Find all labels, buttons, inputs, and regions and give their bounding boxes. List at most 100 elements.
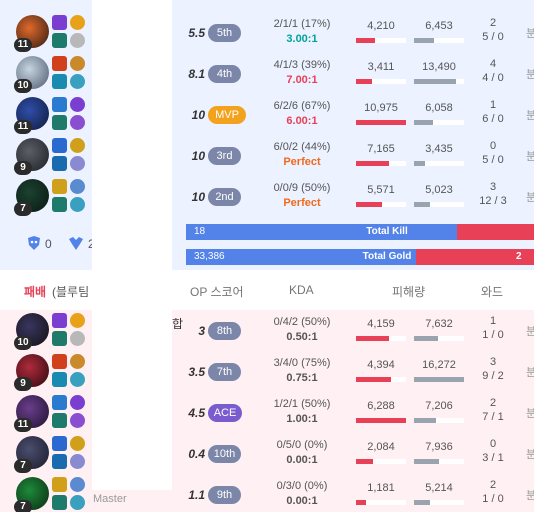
- op-score: 4.5: [188, 406, 205, 420]
- total-gold-label: Total Gold: [362, 251, 412, 262]
- player-row[interactable]: 7 0.4 10th 0/5/0 (0%) 0.00:1 2,084 7,936…: [0, 433, 534, 474]
- rune-icon[interactable]: [70, 331, 85, 346]
- op-score-header[interactable]: OP 스코어: [190, 283, 244, 300]
- wards-placed-destroyed: 9 / 2: [482, 370, 504, 382]
- kda-header[interactable]: KDA: [289, 283, 314, 297]
- rune-icon[interactable]: [70, 436, 85, 451]
- summoner-spell-icon[interactable]: [52, 395, 67, 410]
- op-rank-badge: 3rd: [208, 147, 241, 165]
- kda-value: 3/4/0 (75%): [273, 357, 331, 369]
- rune-icon[interactable]: [70, 33, 85, 48]
- control-wards: 1: [489, 99, 497, 111]
- baron-count: 0: [45, 237, 52, 251]
- result-label: 패배: [24, 285, 47, 299]
- summoner-spell-icon[interactable]: [52, 454, 67, 469]
- damage-taken-fill: [414, 79, 456, 84]
- summoner-spell-icon[interactable]: [52, 156, 67, 171]
- damage-header[interactable]: 피해량: [392, 283, 425, 300]
- summoner-spell-icon[interactable]: [52, 477, 67, 492]
- summoner-spell-icon[interactable]: [52, 197, 67, 212]
- summoner-spell-icon[interactable]: [52, 331, 67, 346]
- name-overflow-text: 합: [172, 317, 184, 331]
- op-rank-badge: 8th: [208, 322, 241, 340]
- truncated-column: 분: [526, 326, 534, 338]
- kda-ratio: 7.00:1: [286, 74, 318, 86]
- kda-ratio: 6.00:1: [286, 115, 318, 127]
- rune-icon[interactable]: [70, 179, 85, 194]
- damage-taken: 7,936: [425, 441, 453, 453]
- truncated-column: 분: [526, 28, 534, 40]
- summoner-spell-icon[interactable]: [52, 179, 67, 194]
- rune-icon[interactable]: [70, 372, 85, 387]
- summoner-spell-icon[interactable]: [52, 313, 67, 328]
- wards-placed-destroyed: 1 / 0: [482, 329, 504, 341]
- rune-icon[interactable]: [70, 354, 85, 369]
- rune-icon[interactable]: [70, 15, 85, 30]
- control-wards: 0: [489, 140, 497, 152]
- rune-icon[interactable]: [70, 477, 85, 492]
- summoner-spell-icon[interactable]: [52, 354, 67, 369]
- rune-icon[interactable]: [70, 56, 85, 71]
- summoner-spell-icon[interactable]: [52, 413, 67, 428]
- kda-ratio: 0.00:1: [286, 454, 318, 466]
- summoner-spell-icon[interactable]: [52, 97, 67, 112]
- damage-dealt-bar: [356, 500, 406, 505]
- summoner-spell-icon[interactable]: [52, 372, 67, 387]
- summoner-spell-icon[interactable]: [52, 436, 67, 451]
- rune-icon[interactable]: [70, 97, 85, 112]
- op-score: 10: [191, 108, 205, 122]
- summoner-spell-icon[interactable]: [52, 115, 67, 130]
- truncated-column: 분: [526, 449, 534, 461]
- damage-dealt-fill: [356, 202, 382, 207]
- summoner-spell-icon[interactable]: [52, 138, 67, 153]
- rune-icon[interactable]: [70, 495, 85, 510]
- damage-dealt-bar: [356, 459, 406, 464]
- damage-dealt-fill: [356, 459, 373, 464]
- summoner-spell-icon[interactable]: [52, 15, 67, 30]
- ward-header[interactable]: 와드: [481, 283, 503, 300]
- team-totals-strip: 0 2 18 Total Kill 33,386 Total Gold 2: [0, 218, 534, 270]
- damage-taken-bar: [414, 120, 464, 125]
- rune-icon[interactable]: [70, 74, 85, 89]
- wards-placed-destroyed: 12 / 3: [479, 195, 507, 207]
- kda-value: 2/1/1 (17%): [273, 18, 331, 30]
- champion-level: 11: [14, 418, 32, 432]
- player-row[interactable]: 10 8.1 4th 4/1/3 (39%) 7.00:1 3,411 13,4…: [0, 53, 534, 94]
- op-rank-badge: 7th: [208, 363, 241, 381]
- kda-ratio: 0.75:1: [286, 372, 318, 384]
- player-row[interactable]: 9 10 3rd 6/0/2 (44%) Perfect 7,165 3,435…: [0, 135, 534, 176]
- damage-taken: 5,023: [425, 184, 453, 196]
- champion-level: 9: [14, 377, 32, 391]
- op-score: 3.5: [188, 365, 205, 379]
- player-row[interactable]: 11 10 MVP 6/2/6 (67%) 6.00:1 10,975 6,05…: [0, 94, 534, 135]
- rune-icon[interactable]: [70, 197, 85, 212]
- truncated-column: 분: [526, 490, 534, 502]
- player-row[interactable]: 11 5.5 5th 2/1/1 (17%) 3.00:1 4,210 6,45…: [0, 12, 534, 53]
- kda-value: 6/2/6 (67%): [273, 100, 331, 112]
- player-row[interactable]: 9 3.5 7th 3/4/0 (75%) 0.75:1 4,394 16,27…: [0, 351, 534, 392]
- rune-icon[interactable]: [70, 413, 85, 428]
- summoner-spell-icon[interactable]: [52, 74, 67, 89]
- player-row[interactable]: 10 3 8th 0/4/2 (50%) 0.50:1 4,159 7,632 …: [0, 310, 534, 351]
- truncated-column: 분: [526, 367, 534, 379]
- rune-icon[interactable]: [70, 138, 85, 153]
- tier-label: Master: [93, 493, 127, 505]
- champion-level: 10: [14, 336, 32, 350]
- player-row[interactable]: 7 1.1 9th 0/3/0 (0%) 0.00:1 1,181 5,214 …: [0, 474, 534, 512]
- champion-level: 10: [14, 79, 32, 93]
- rune-icon[interactable]: [70, 313, 85, 328]
- kda-ratio: 0.50:1: [286, 331, 318, 343]
- rune-icon[interactable]: [70, 115, 85, 130]
- summoner-spell-icon[interactable]: [52, 495, 67, 510]
- player-row[interactable]: 11 4.5 ACE 1/2/1 (50%) 1.00:1 6,288 7,20…: [0, 392, 534, 433]
- rune-icon[interactable]: [70, 156, 85, 171]
- summoner-spell-icon[interactable]: [52, 56, 67, 71]
- rune-icon[interactable]: [70, 454, 85, 469]
- damage-dealt-fill: [356, 38, 375, 43]
- total-kill-label: Total Kill: [366, 226, 408, 237]
- summoner-spell-icon[interactable]: [52, 33, 67, 48]
- rune-icon[interactable]: [70, 395, 85, 410]
- spells-runes: [52, 97, 88, 133]
- player-row[interactable]: 7 10 2nd 0/0/9 (50%) Perfect 5,571 5,023…: [0, 176, 534, 217]
- damage-dealt-bar: [356, 202, 406, 207]
